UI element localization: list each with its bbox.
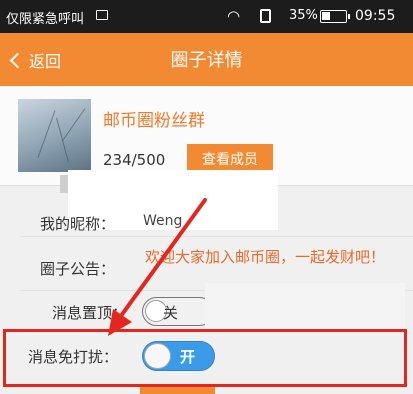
annotation-arrow [108, 198, 207, 336]
